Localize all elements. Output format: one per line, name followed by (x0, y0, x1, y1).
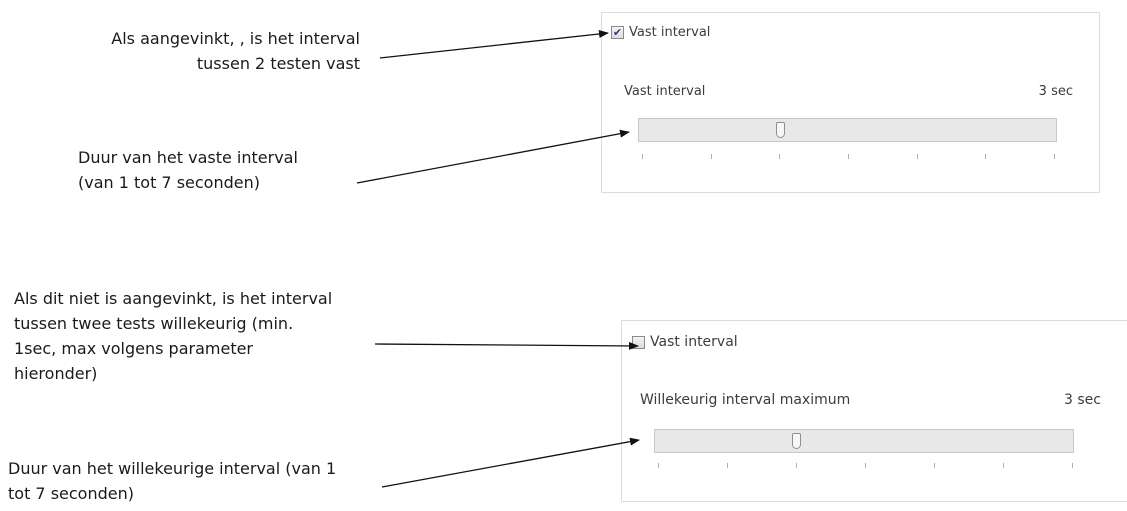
arrow-fixed-slider (356, 129, 630, 184)
arrow-random-checkbox (374, 341, 639, 350)
arrow-fixed-checkbox (379, 30, 609, 59)
arrow-random-slider (381, 437, 640, 488)
annotation-arrows (356, 30, 640, 488)
